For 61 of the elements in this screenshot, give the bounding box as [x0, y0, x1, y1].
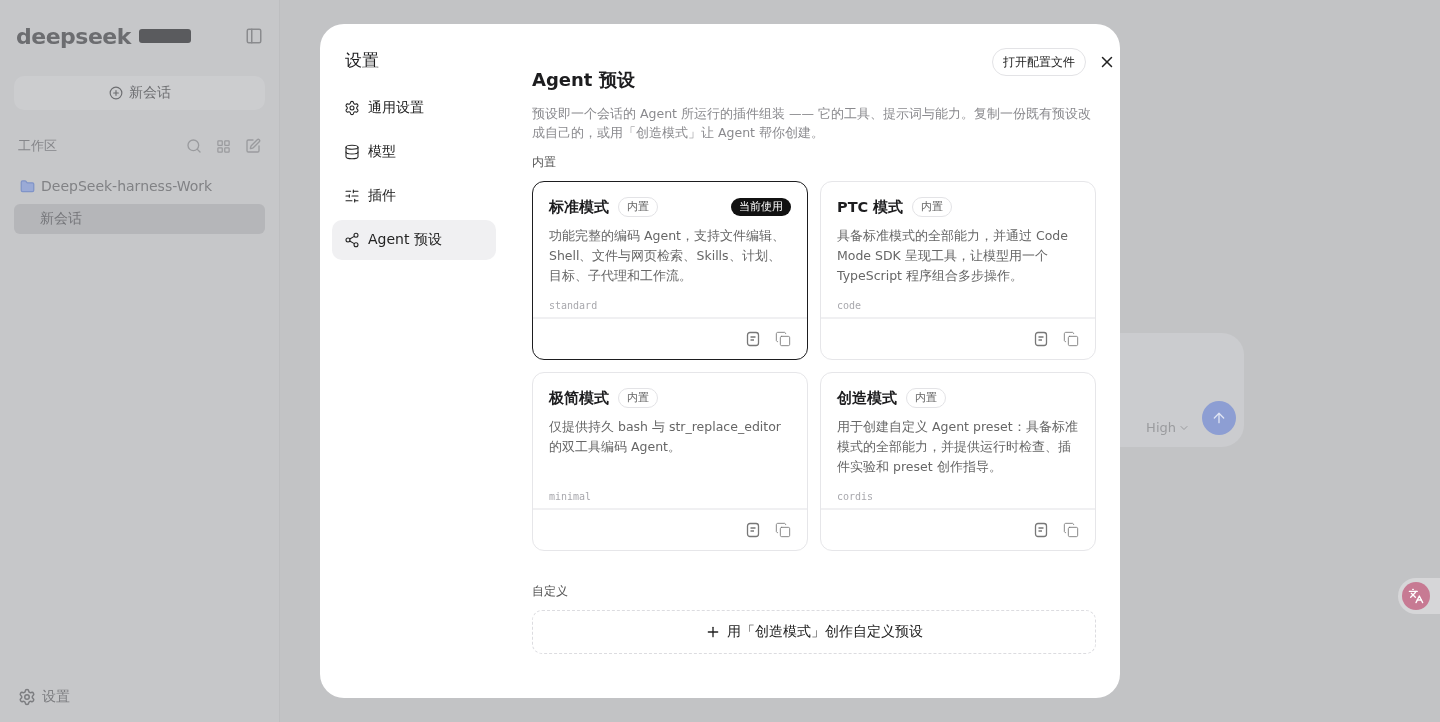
send-button[interactable] [1202, 401, 1236, 435]
preset-id: cordis [837, 491, 875, 502]
preset-id: minimal [549, 491, 593, 502]
translate-icon [1408, 588, 1424, 604]
preset-card[interactable]: 标准模式 内置 当前使用 功能完整的编码 Agent，支持文件编辑、Shell、文件与网页检索、Skills、计划、目标、子代理和工作流。 standard [532, 181, 808, 360]
search-icon[interactable] [186, 138, 202, 154]
preset-description: 功能完整的编码 Agent，支持文件编辑、Shell、文件与网页检索、Skills、计划、目标、子代理和工作流。 [549, 227, 786, 285]
workspace-label: 工作区 [18, 137, 57, 155]
plus-icon [705, 624, 721, 640]
notes-icon [745, 522, 761, 538]
create-preset-button[interactable]: 用「创造模式」创作自定义预设 [532, 610, 1096, 654]
folder-icon [20, 178, 35, 194]
nav-item[interactable]: Agent 预设 [332, 220, 496, 260]
logo-badge [138, 29, 191, 43]
nav-item[interactable]: 通用设置 [332, 88, 496, 128]
duplicate-button[interactable] [1063, 522, 1079, 538]
dialog-title: 设置 [345, 49, 380, 72]
section-heading: Agent 预设 [532, 68, 636, 92]
preset-name: 创造模式 [837, 388, 897, 408]
current-badge: 当前使用 [731, 198, 791, 216]
translate-widget[interactable] [1398, 578, 1440, 614]
notes-icon [745, 331, 761, 347]
section-description: 预设即一个会话的 Agent 所运行的插件组装 —— 它的工具、提示词与能力。复制一份既有预设改成自己的，或用「创造模式」让 Agent 帮你创建。 [532, 105, 1092, 142]
copy-icon [1063, 522, 1079, 538]
nav-item[interactable]: 插件 [332, 176, 496, 216]
preset-card[interactable]: 极简模式 内置 仅提供持久 bash 与 str_replace_editor 的双工具编码 Agent。 minimal [532, 372, 808, 551]
view-button[interactable] [1033, 331, 1049, 347]
preset-description: 仅提供持久 bash 与 str_replace_editor 的双工具编码 Agent。 [549, 418, 782, 456]
group-label: 自定义 [532, 583, 569, 600]
duplicate-button[interactable] [1063, 331, 1079, 347]
copy-icon [1063, 331, 1079, 347]
notes-icon [1033, 522, 1049, 538]
nav-item[interactable]: 模型 [332, 132, 496, 172]
duplicate-button[interactable] [775, 522, 791, 538]
open-config-button[interactable]: 打开配置文件 [992, 48, 1086, 76]
duplicate-button[interactable] [775, 331, 791, 347]
preset-id: standard [549, 300, 599, 311]
view-button[interactable] [1033, 522, 1049, 538]
logo: deepseek [16, 23, 131, 49]
grid-icon[interactable] [216, 138, 231, 154]
preset-card[interactable]: PTC 模式 内置 具备标准模式的全部能力，并通过 Code Mode SDK 呈现工具，让模型用一个 TypeScript 程序组合多步操作。 code [820, 181, 1096, 360]
database-icon [344, 144, 360, 160]
view-button[interactable] [745, 331, 761, 347]
sliders-icon [344, 188, 360, 204]
preset-description: 具备标准模式的全部能力，并通过 Code Mode SDK 呈现工具，让模型用一个 TypeScript 程序组合多步操作。 [837, 227, 1069, 285]
settings-icon [18, 688, 36, 706]
plus-circle-icon [108, 86, 123, 100]
sidebar-toggle-icon[interactable] [245, 27, 263, 45]
group-label: 内置 [532, 154, 557, 171]
nodes-icon [344, 232, 360, 248]
preset-name: PTC 模式 [837, 197, 904, 217]
copy-icon [775, 522, 791, 538]
notes-icon [1033, 331, 1049, 347]
preset-name: 极简模式 [549, 388, 609, 408]
settings-icon [344, 100, 360, 116]
view-button[interactable] [745, 522, 761, 538]
preset-card[interactable]: 创造模式 内置 用于创建自定义 Agent preset：具备标准模式的全部能力，并提供运行时检查、插件实验和 preset 创作指导。 cordis [820, 372, 1096, 551]
preset-id: code [837, 300, 863, 311]
copy-icon [775, 331, 791, 347]
preset-name: 标准模式 [549, 197, 609, 217]
preset-description: 用于创建自定义 Agent preset：具备标准模式的全部能力，并提供运行时检查、插件实验和 preset 创作指导。 [837, 418, 1079, 476]
